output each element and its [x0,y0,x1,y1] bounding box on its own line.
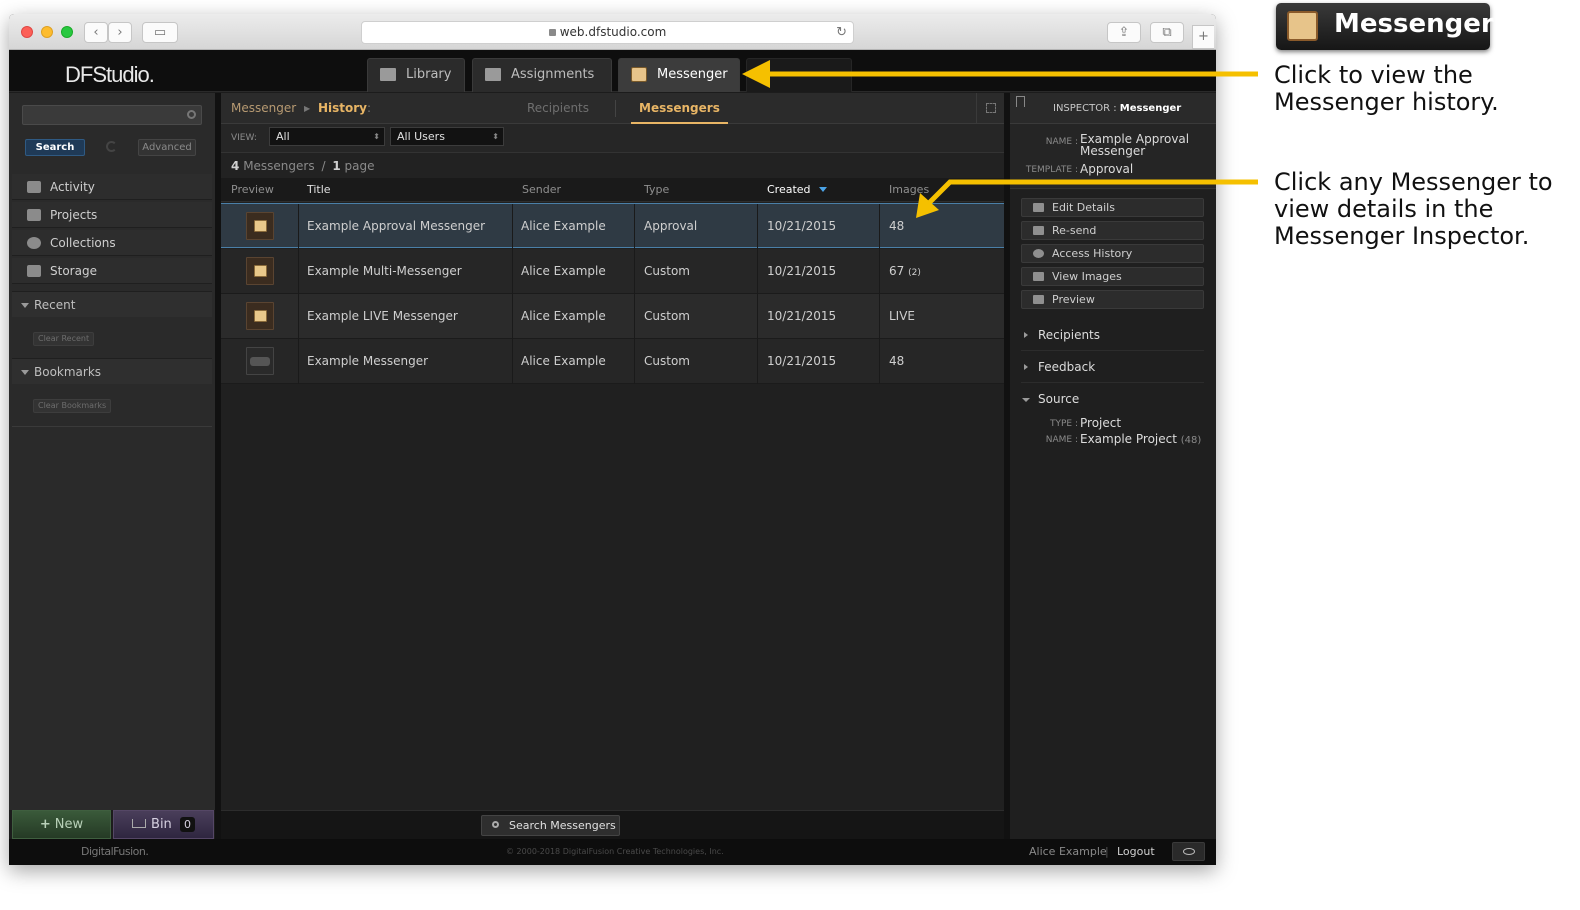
arrow-to-messenger-tab [742,60,1258,88]
arrow-to-row [916,179,1258,218]
annotation-arrows [742,60,1258,218]
